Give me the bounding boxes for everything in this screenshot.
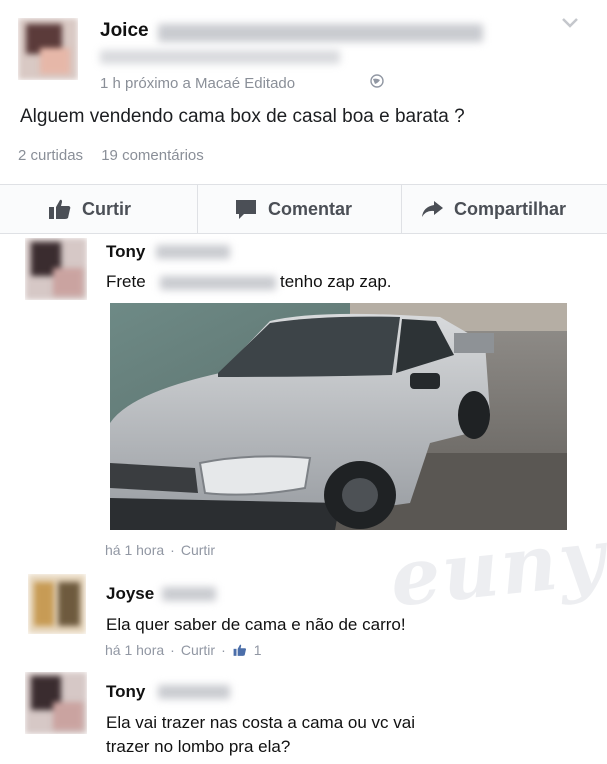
comment-1-text: Frete <box>106 272 146 292</box>
comment-3-text-line1: Ela vai trazer nas costa a cama ou vc va… <box>106 713 415 732</box>
likes-count[interactable]: 2 curtidas <box>18 147 83 164</box>
post-counts: 2 curtidas 19 comentários <box>18 147 218 164</box>
comment-1-author[interactable]: Tony <box>106 242 145 262</box>
comment-1-separator: · <box>170 542 175 558</box>
comment-1-text-redacted <box>160 276 276 290</box>
like-button[interactable]: Curtir <box>48 185 131 233</box>
comments-count[interactable]: 19 comentários <box>101 147 204 164</box>
thumbs-up-icon <box>233 644 246 656</box>
like-button-label: Curtir <box>82 198 131 219</box>
chevron-down-icon[interactable] <box>560 16 580 30</box>
post-author-redacted <box>158 24 483 42</box>
comment-2-author-redacted <box>162 587 216 601</box>
post-author-name[interactable]: Joice <box>100 20 149 42</box>
comment-2-separator-2: · <box>221 642 226 658</box>
comment-button[interactable]: Comentar <box>234 185 352 233</box>
comment-2-author[interactable]: Joyse <box>106 584 154 604</box>
comment-2-time[interactable]: há 1 hora <box>105 642 164 658</box>
share-button[interactable]: Compartilhar <box>420 185 566 233</box>
post-text: Alguem vendendo cama box de casal boa e … <box>20 106 465 127</box>
comment-3-text-line2: trazer no lombo pra ela? <box>106 737 291 756</box>
comment-3-avatar[interactable] <box>25 672 87 734</box>
action-divider-2 <box>401 185 402 233</box>
comment-1-like-link[interactable]: Curtir <box>181 542 215 558</box>
comment-3-author-redacted <box>158 685 230 699</box>
share-arrow-icon <box>422 201 443 217</box>
comment-1-text-before: Frete <box>106 272 146 291</box>
comment-1-author-redacted <box>156 245 230 259</box>
comment-1-avatar[interactable] <box>25 238 87 300</box>
comment-2-like-link[interactable]: Curtir <box>181 642 215 658</box>
comment-1-text-after: tenho zap zap. <box>280 272 392 291</box>
speech-bubble-icon <box>236 200 256 219</box>
globe-icon <box>370 74 384 88</box>
post-author-redacted-2 <box>100 50 340 64</box>
comment-1-meta: há 1 hora · Curtir <box>105 542 215 558</box>
action-bar: Curtir Comentar Compartilhar <box>0 184 607 234</box>
action-divider-1 <box>197 185 198 233</box>
comment-1-time[interactable]: há 1 hora <box>105 542 164 558</box>
comment-2-meta: há 1 hora · Curtir · 1 <box>105 642 262 658</box>
comment-2-separator: · <box>170 642 175 658</box>
share-button-label: Compartilhar <box>454 198 567 219</box>
comment-3-author[interactable]: Tony <box>106 682 145 702</box>
comment-button-label: Comentar <box>268 198 353 219</box>
post-author-avatar[interactable] <box>18 18 78 80</box>
comment-1-photo[interactable] <box>110 303 567 530</box>
comment-2-avatar[interactable] <box>28 574 86 634</box>
post-meta: 1 h próximo a Macaé Editado <box>100 75 296 92</box>
comment-2-likes[interactable]: 1 <box>254 642 262 658</box>
thumbs-up-icon <box>49 199 71 219</box>
comment-2-text: Ela quer saber de cama e não de carro! <box>106 615 406 634</box>
